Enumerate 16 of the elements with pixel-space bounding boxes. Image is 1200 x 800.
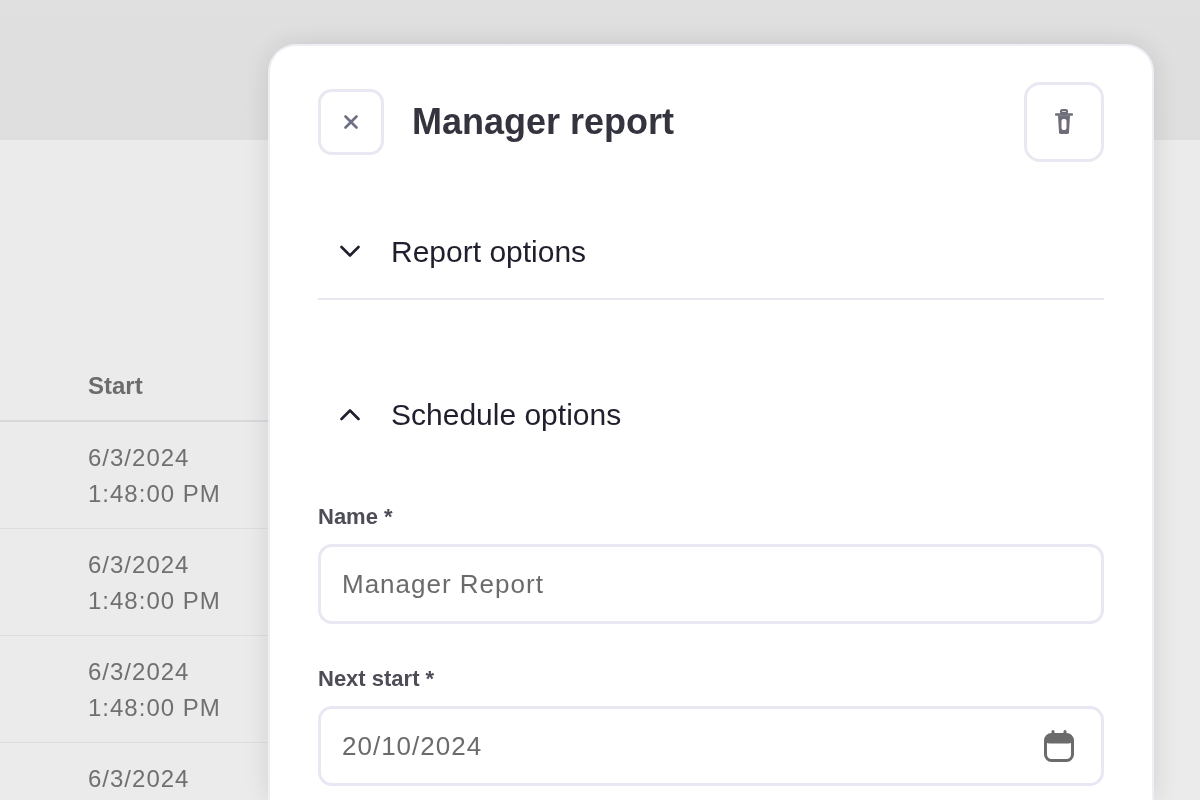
trash-icon xyxy=(1055,109,1073,135)
column-header: Start xyxy=(88,371,143,401)
text-input[interactable]: Manager Report xyxy=(318,544,1104,624)
field-label: Next start * xyxy=(318,665,435,693)
calendar-icon[interactable] xyxy=(1044,730,1074,762)
accordion-toggle[interactable]: Report options xyxy=(318,210,1104,292)
date-input[interactable]: 20/10/2024 xyxy=(318,706,1104,786)
dialog-title: Manager report xyxy=(412,100,675,144)
table-cell-text: 6/3/2024 1:48:00 PM xyxy=(88,550,222,616)
accordion-toggle[interactable]: Schedule options xyxy=(318,373,1104,455)
table-cell-text: 6/3/2024 xyxy=(88,764,191,794)
table-cell-text: 6/3/2024 1:48:00 PM xyxy=(88,443,222,509)
table-cell-text: 6/3/2024 1:48:00 PM xyxy=(88,657,222,723)
close-icon xyxy=(344,115,358,129)
field-label: Name * xyxy=(318,503,393,531)
delete-button[interactable] xyxy=(1024,82,1104,162)
